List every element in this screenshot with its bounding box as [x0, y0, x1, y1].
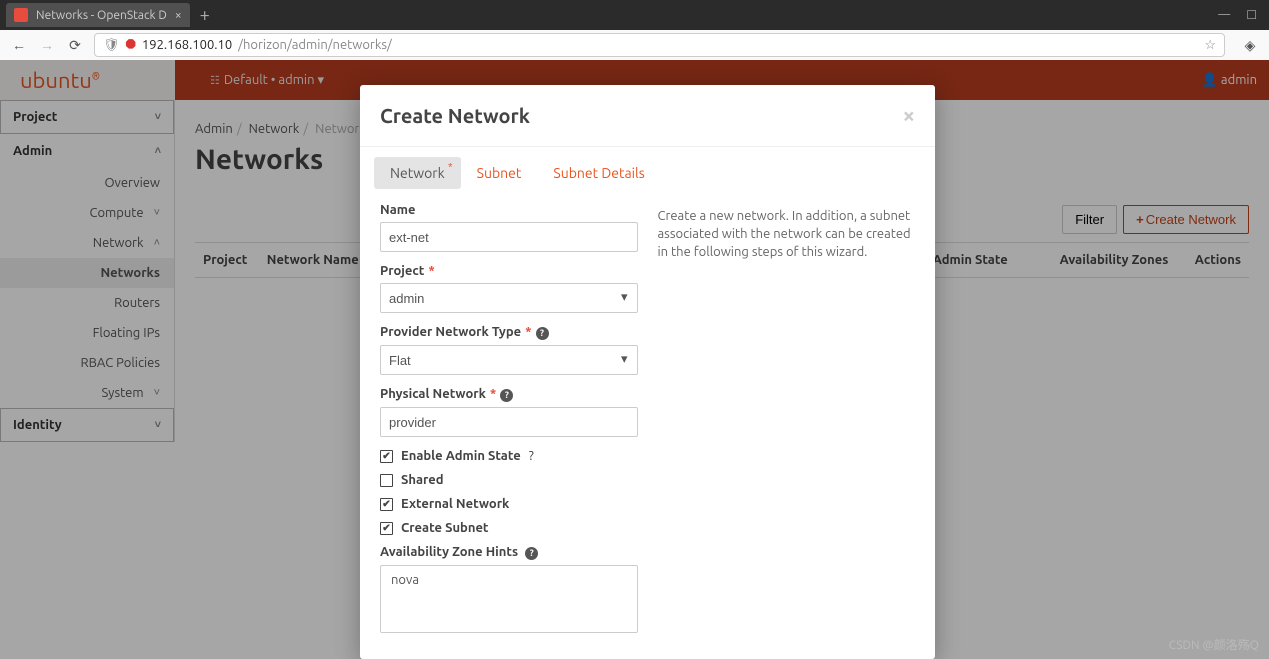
modal-body: Name Project* admin Provider Network Typ…: [360, 189, 935, 659]
physical-network-input[interactable]: [380, 407, 638, 437]
window-controls: — ☐: [1218, 8, 1269, 22]
help-icon[interactable]: ?: [536, 327, 549, 340]
close-icon[interactable]: ×: [903, 103, 915, 128]
checkbox-icon: [380, 522, 393, 535]
back-button[interactable]: ←: [10, 37, 28, 53]
az-option-nova[interactable]: nova: [385, 570, 633, 590]
modal-title: Create Network: [380, 104, 530, 127]
tab-title: Networks - OpenStack D: [36, 9, 167, 22]
modal-header: Create Network ×: [360, 85, 935, 147]
tab-subnet[interactable]: Subnet: [461, 157, 538, 189]
tab-strip: Networks - OpenStack D × + — ☐: [0, 0, 1269, 30]
watermark: CSDN @颜洛殇Q: [1169, 636, 1259, 653]
external-network-checkbox[interactable]: External Network: [380, 497, 638, 511]
checkbox-icon: [380, 498, 393, 511]
bookmark-icon[interactable]: ☆: [1204, 38, 1216, 53]
address-bar[interactable]: 🛡 ⯃ 192.168.100.10/horizon/admin/network…: [94, 33, 1225, 57]
az-hints-label: Availability Zone Hints ?: [380, 545, 638, 560]
insecure-icon: ⯃: [126, 38, 136, 53]
url-host: 192.168.100.10: [142, 38, 232, 52]
tab-close-icon[interactable]: ×: [175, 9, 182, 22]
browser-tab[interactable]: Networks - OpenStack D ×: [6, 3, 190, 27]
provider-type-label: Provider Network Type*?: [380, 325, 638, 340]
pocket-icon[interactable]: ◈: [1241, 37, 1259, 54]
project-select[interactable]: admin: [380, 283, 638, 313]
reload-button[interactable]: ⟳: [66, 37, 84, 54]
tab-subnet-details[interactable]: Subnet Details: [537, 157, 660, 189]
minimize-icon[interactable]: —: [1218, 8, 1230, 22]
address-row: ← → ⟳ 🛡 ⯃ 192.168.100.10/horizon/admin/n…: [0, 30, 1269, 60]
form-column: Name Project* admin Provider Network Typ…: [380, 203, 638, 645]
enable-admin-state-checkbox[interactable]: Enable Admin State?: [380, 449, 638, 463]
az-hints-listbox[interactable]: nova: [380, 565, 638, 633]
tab-network[interactable]: Network*: [374, 157, 461, 189]
browser-chrome: Networks - OpenStack D × + — ☐ ← → ⟳ 🛡 ⯃…: [0, 0, 1269, 60]
help-icon[interactable]: ?: [500, 389, 513, 402]
maximize-icon[interactable]: ☐: [1246, 8, 1257, 22]
physical-network-label: Physical Network*?: [380, 387, 638, 402]
create-network-modal: Create Network × Network* Subnet Subnet …: [360, 85, 935, 659]
help-icon[interactable]: ?: [529, 449, 534, 463]
shared-checkbox[interactable]: Shared: [380, 473, 638, 487]
help-icon[interactable]: ?: [525, 547, 538, 560]
project-label: Project*: [380, 264, 638, 278]
provider-type-select[interactable]: Flat: [380, 345, 638, 375]
new-tab-button[interactable]: +: [190, 5, 220, 25]
forward-button[interactable]: →: [38, 37, 56, 53]
name-label: Name: [380, 203, 638, 217]
checkbox-icon: [380, 474, 393, 487]
shield-icon: 🛡: [103, 38, 120, 53]
create-subnet-checkbox[interactable]: Create Subnet: [380, 521, 638, 535]
modal-description: Create a new network. In addition, a sub…: [658, 203, 916, 645]
favicon-icon: [14, 8, 28, 22]
name-input[interactable]: [380, 222, 638, 252]
url-path: /horizon/admin/networks/: [238, 38, 392, 52]
checkbox-icon: [380, 450, 393, 463]
modal-tabs: Network* Subnet Subnet Details: [360, 147, 935, 189]
